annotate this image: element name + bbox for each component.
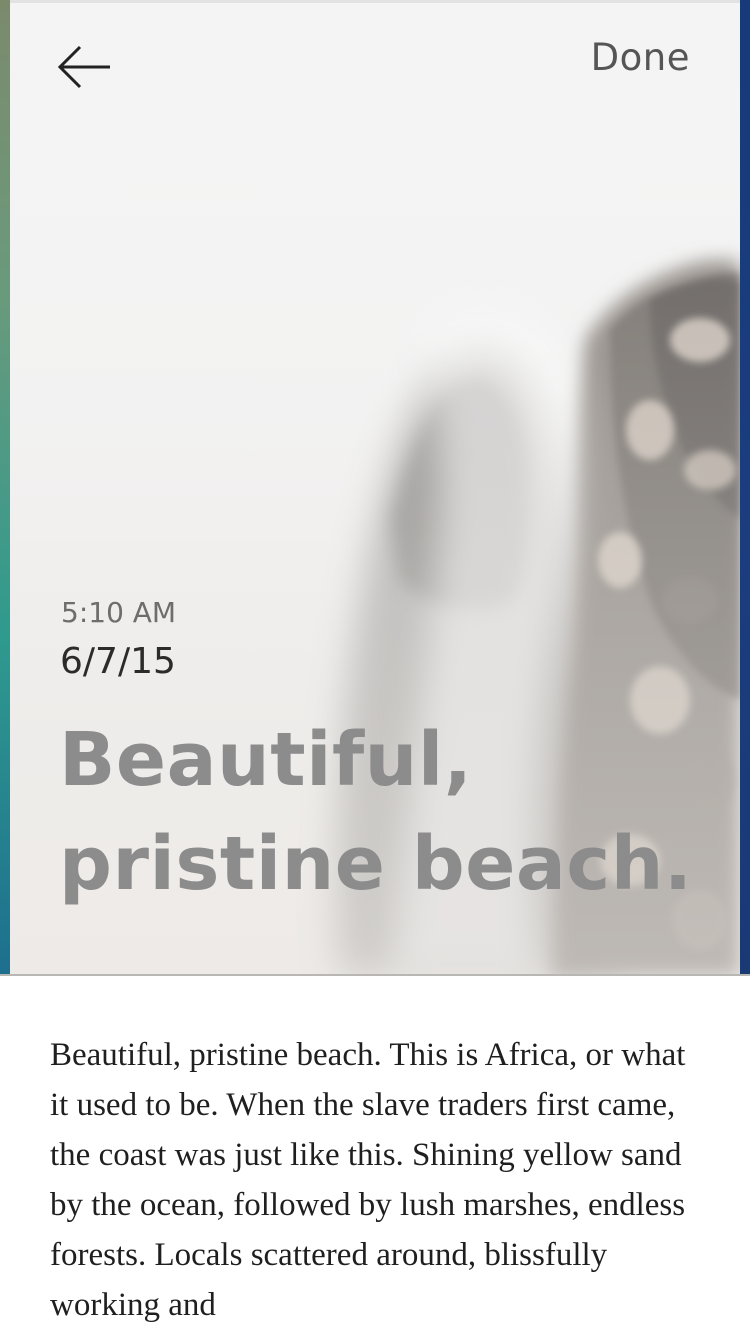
done-button[interactable]: Done (591, 36, 690, 79)
entry-body-text[interactable]: Beautiful, pristine beach. This is Afric… (50, 1030, 710, 1330)
entry-title: Beautiful, pristine beach. (59, 717, 693, 907)
journal-entry-screen: Done 5:10 AM 6/7/15 Beautiful, pristine … (0, 0, 750, 1334)
entry-time: 5:10 AM (61, 596, 177, 629)
background-card-edge-right (740, 0, 750, 976)
entry-date: 6/7/15 (60, 641, 176, 682)
background-card-edge-left (0, 0, 10, 976)
back-button[interactable] (56, 42, 114, 92)
arrow-left-icon (57, 45, 110, 89)
hero-image: Done 5:10 AM 6/7/15 Beautiful, pristine … (10, 0, 740, 976)
hero-divider (0, 974, 750, 976)
